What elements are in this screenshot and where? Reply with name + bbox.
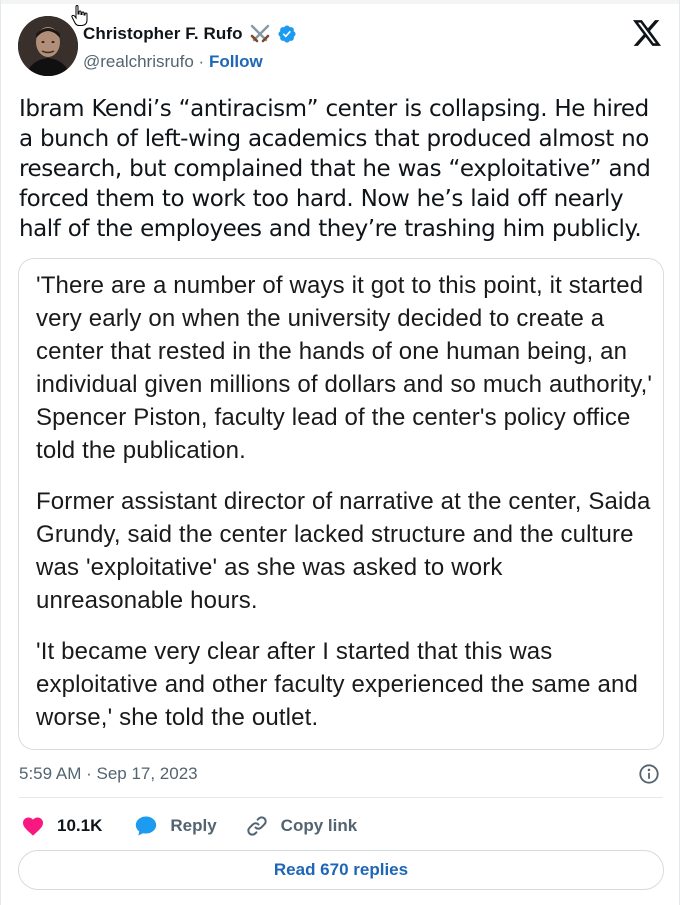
top-border (1, 0, 679, 4)
media-paragraph-3: 'It became very clear after I started th… (36, 638, 638, 731)
avatar[interactable] (18, 16, 78, 76)
speech-bubble-icon (136, 816, 157, 836)
crossed-swords-icon (250, 24, 269, 43)
action-bar: 10.1K Reply Copy link (21, 813, 357, 839)
follow-link[interactable]: Follow (209, 52, 263, 71)
read-replies-button[interactable]: Read 670 replies (18, 850, 664, 890)
x-logo-icon[interactable] (633, 20, 661, 46)
handle-separator: · (198, 52, 205, 71)
tweet-embed-card: Christopher F. Rufo @realchrisrufo · Fol… (0, 0, 680, 905)
like-button[interactable]: 10.1K (21, 814, 102, 838)
info-icon[interactable] (638, 763, 660, 785)
reply-button[interactable]: Reply (134, 814, 217, 838)
tweet-text: Ibram Kendi’s “antiracism” center is col… (19, 96, 651, 242)
verified-badge-icon (278, 25, 296, 43)
author-name[interactable]: Christopher F. Rufo (83, 24, 243, 44)
author-handle[interactable]: @realchrisrufo (83, 52, 194, 71)
divider (19, 797, 663, 798)
reply-label: Reply (170, 816, 217, 835)
media-paragraph-1: 'There are a number of ways it got to th… (36, 272, 653, 464)
copy-link-label: Copy link (280, 816, 358, 835)
author-handle-row: @realchrisrufo · Follow (83, 52, 263, 72)
link-icon (247, 816, 267, 836)
like-count: 10.1K (57, 816, 103, 835)
media-image-card[interactable]: 'There are a number of ways it got to th… (18, 258, 664, 750)
media-paragraph-2: Former assistant director of narrative a… (36, 488, 651, 614)
copy-link-button[interactable]: Copy link (245, 814, 358, 838)
heart-icon (23, 817, 43, 836)
author-name-row: Christopher F. Rufo (83, 24, 297, 44)
timestamp[interactable]: 5:59 AM · Sep 17, 2023 (19, 764, 198, 784)
